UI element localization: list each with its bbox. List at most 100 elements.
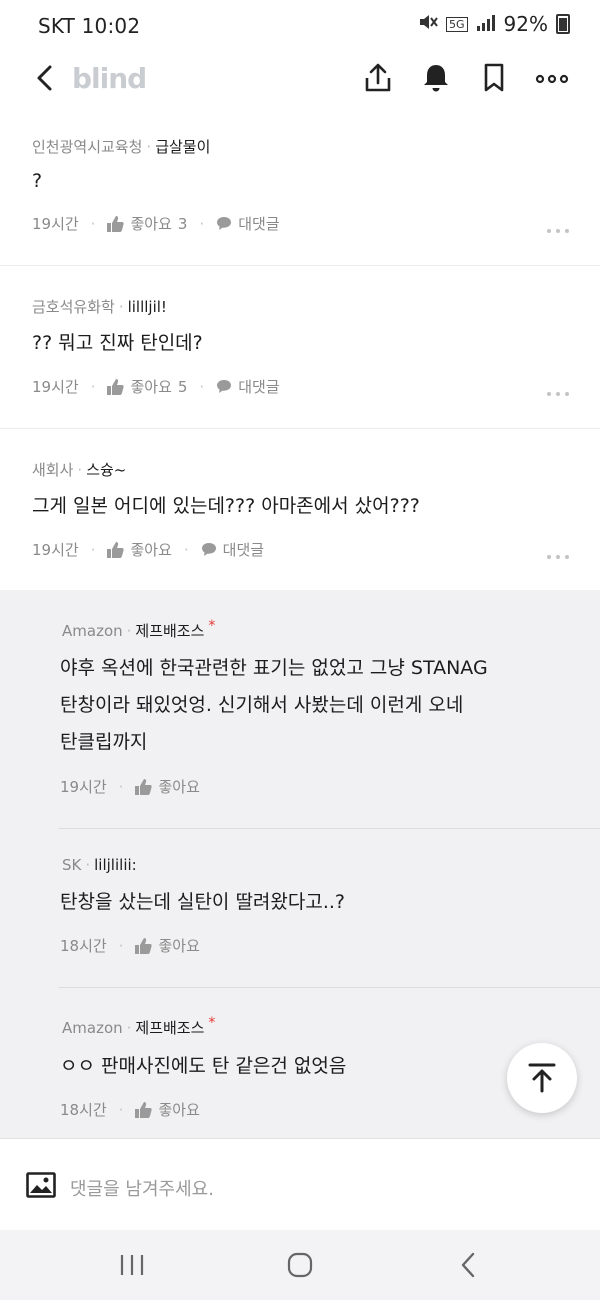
author-nickname: 급살물이	[155, 138, 211, 156]
author-mark: *	[208, 618, 216, 634]
recent-apps-icon[interactable]	[118, 1252, 146, 1278]
reply-label: 대댓글	[238, 215, 280, 233]
system-nav-bar	[0, 1230, 600, 1300]
share-button[interactable]	[360, 60, 396, 96]
image-attach-icon[interactable]	[26, 1172, 56, 1198]
author-nickname: liljlilii:	[94, 856, 137, 874]
app-bar: blind	[0, 52, 600, 106]
comment-time: 19시간	[32, 541, 79, 559]
reply-time: 18시간	[60, 1101, 107, 1119]
status-time: SKT 10:02	[38, 14, 141, 38]
reply-button[interactable]: 대댓글	[216, 213, 280, 234]
like-label: 좋아요	[130, 378, 172, 396]
company-name: 금호석유화학	[32, 298, 115, 316]
author-mark: *	[208, 1015, 216, 1031]
comment-meta: 금호석유화학 · lillljil!	[32, 298, 167, 316]
chevron-left-icon	[37, 65, 52, 91]
app-logo: blind	[72, 62, 147, 95]
speech-bubble-icon	[201, 543, 216, 556]
thumbs-up-icon	[107, 378, 125, 395]
comment-text: 그게 일본 어디에 있는데??? 아마존에서 샀어???	[32, 495, 420, 517]
reply-actions: 19시간 · 좋아요	[60, 776, 200, 797]
bookmark-button[interactable]	[476, 60, 512, 96]
divider	[0, 428, 600, 429]
comment-text: ?	[32, 170, 43, 192]
like-label: 좋아요	[158, 1101, 200, 1119]
like-button[interactable]: 좋아요 3	[107, 213, 187, 234]
home-icon[interactable]	[286, 1252, 314, 1278]
reply-meta: SK · liljlilii:	[62, 856, 137, 874]
speech-bubble-icon	[217, 380, 232, 393]
reply-meta: Amazon · 제프배조스 *	[62, 618, 216, 640]
like-label: 좋아요	[158, 778, 200, 796]
company-name: 새회사	[32, 461, 74, 479]
company-name: SK	[62, 856, 82, 874]
system-back-icon[interactable]	[455, 1252, 483, 1278]
comment-time: 19시간	[32, 215, 79, 233]
arrow-up-icon	[528, 1063, 556, 1093]
speech-bubble-icon	[217, 217, 232, 230]
comment-actions: 19시간 · 좋아요 5 · 대댓글	[32, 376, 280, 397]
like-count: 3	[177, 214, 188, 233]
mute-icon	[418, 13, 438, 35]
comment-meta: 새회사 · 스슝~	[32, 461, 127, 479]
like-label: 좋아요	[130, 215, 172, 233]
thumbs-up-icon	[107, 215, 125, 232]
reply-button[interactable]: 대댓글	[201, 539, 264, 560]
company-name: Amazon	[62, 622, 123, 640]
thumbs-up-icon	[107, 541, 125, 558]
author-nickname: 제프배조스	[135, 1019, 205, 1037]
battery-icon	[556, 14, 570, 34]
replies-section: Amazon · 제프배조스 * 야후 옥션에 한국관련한 표기는 없었고 그냥 ST…	[0, 590, 600, 1138]
comment-input[interactable]: 댓글을 남겨주세요.	[70, 1175, 214, 1201]
like-count: 5	[177, 377, 188, 396]
status-bar: SKT 10:02 5G 92%	[0, 0, 600, 52]
reply-time: 19시간	[60, 778, 107, 796]
company-name: Amazon	[62, 1019, 123, 1037]
signal-icon	[476, 12, 496, 36]
comment-more-icon[interactable]	[546, 390, 570, 398]
reply-text-line: ㅇㅇ 판매사진에도 탄 같은건 없엇음	[60, 1055, 347, 1077]
battery-percent: 92%	[503, 12, 548, 36]
reply-button[interactable]: 대댓글	[216, 376, 280, 397]
comment-more-icon[interactable]	[546, 227, 570, 235]
company-name: 인천광역시교육청	[32, 138, 143, 156]
like-button[interactable]: 좋아요 5	[107, 376, 187, 397]
like-button[interactable]: 좋아요	[135, 1099, 200, 1120]
reply-actions: 18시간 · 좋아요	[60, 1099, 200, 1120]
thumbs-up-icon	[135, 778, 153, 795]
author-nickname: 스슝~	[86, 461, 127, 479]
bell-icon	[424, 65, 448, 92]
reply-label: 대댓글	[222, 541, 265, 559]
like-button[interactable]: 좋아요	[135, 935, 200, 956]
like-label: 좋아요	[130, 541, 172, 559]
comment-meta: 인천광역시교육청 · 급살물이	[32, 138, 211, 156]
divider	[0, 265, 600, 266]
reply-meta: Amazon · 제프배조스 *	[62, 1015, 216, 1037]
author-nickname: lillljil!	[127, 298, 167, 316]
reply-time: 18시간	[60, 937, 107, 955]
comment-actions: 19시간 · 좋아요 · 대댓글	[32, 539, 265, 560]
author-nickname: 제프배조스	[135, 622, 205, 640]
network-label: 5G	[446, 16, 468, 32]
reply-label: 대댓글	[238, 378, 280, 396]
like-button[interactable]: 좋아요	[135, 776, 200, 797]
reply-text-line: 탄창을 샀는데 실탄이 딸려왔다고..?	[60, 891, 346, 913]
thumbs-up-icon	[135, 937, 153, 954]
more-menu-button[interactable]	[534, 60, 570, 96]
more-icon	[535, 74, 569, 84]
like-button[interactable]: 좋아요	[107, 539, 172, 560]
reply-text-line: 탄클립까지	[60, 731, 148, 753]
comment-more-icon[interactable]	[546, 553, 570, 561]
comment-input-bar: 댓글을 남겨주세요.	[0, 1138, 600, 1231]
divider	[58, 987, 600, 988]
bookmark-icon	[484, 63, 504, 92]
divider	[58, 828, 600, 829]
scroll-to-top-button[interactable]	[507, 1043, 577, 1113]
notification-button[interactable]	[418, 60, 454, 96]
comment-time: 19시간	[32, 378, 79, 396]
thumbs-up-icon	[135, 1101, 153, 1118]
back-button[interactable]	[28, 60, 64, 96]
like-label: 좋아요	[158, 937, 200, 955]
reply-text-line: 야후 옥션에 한국관련한 표기는 없었고 그냥 STANAG	[60, 657, 488, 679]
